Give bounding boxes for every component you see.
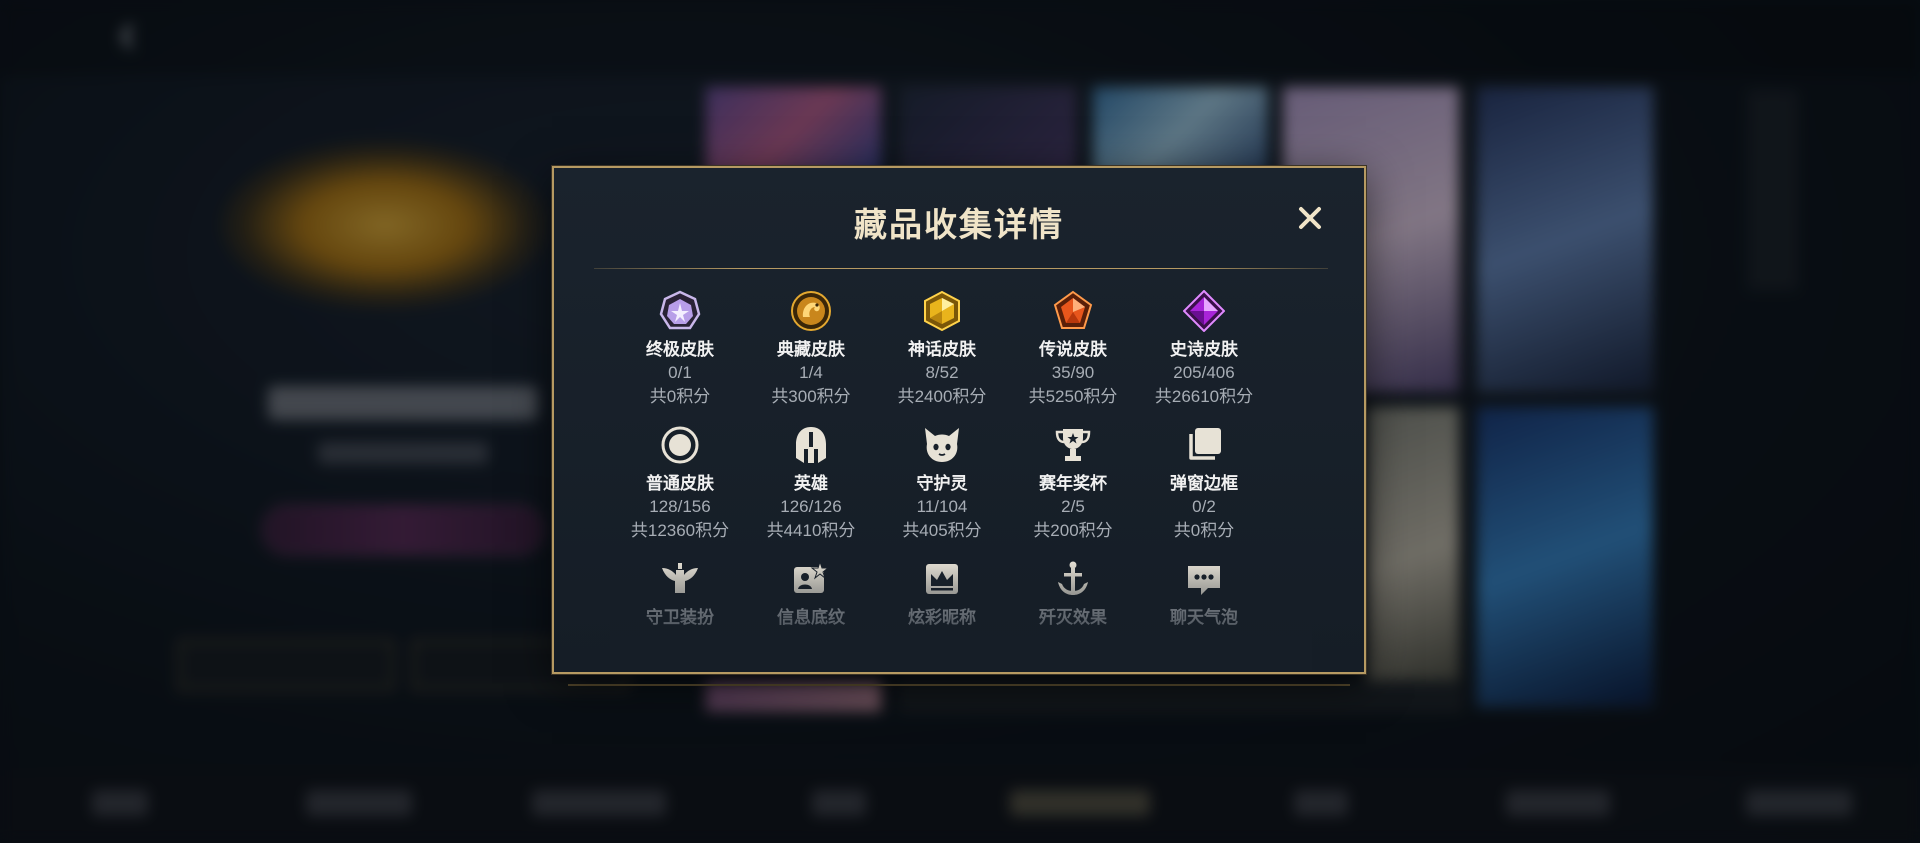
item-name: 终极皮肤: [646, 340, 714, 359]
item-name: 信息底纹: [777, 608, 845, 627]
ultimate-skin-icon: [659, 290, 701, 330]
item-name: 神话皮肤: [908, 340, 976, 359]
close-button[interactable]: [1290, 198, 1330, 238]
item-name: 守护灵: [916, 474, 968, 493]
item-points: 共0积分: [649, 387, 711, 406]
item-name: 守卫装扮: [646, 608, 714, 627]
item-points: 共405积分: [902, 521, 982, 540]
mythic-skin-icon: [924, 290, 960, 332]
collection-details-modal: 藏品收集详情 终极皮肤 0/1 共0积分 典藏皮肤 1/4 共300积分 神话皮…: [552, 166, 1366, 674]
collection-item-chat-bubble[interactable]: 聊天气泡: [1134, 558, 1274, 629]
item-count: 2/5: [1061, 497, 1085, 516]
item-count: 8/52: [925, 363, 959, 382]
guardian-spirit-icon: [925, 428, 959, 462]
info-background-icon: [794, 560, 830, 593]
collection-grid: 终极皮肤 0/1 共0积分 典藏皮肤 1/4 共300积分 神话皮肤 8/52 …: [610, 290, 1312, 670]
collection-item-ultimate-skin[interactable]: 终极皮肤 0/1 共0积分: [610, 290, 750, 409]
collection-item-annihilate-effect[interactable]: 歼灭效果: [1003, 558, 1143, 629]
collection-item-popup-frame[interactable]: 弹窗边框 0/2 共0积分: [1134, 424, 1274, 543]
chat-bubble-icon: [1188, 566, 1220, 595]
collection-item-epic-skin[interactable]: 史诗皮肤 205/406 共26610积分: [1134, 290, 1274, 409]
legend-skin-icon: [1053, 290, 1093, 329]
treasure-skin-icon: [791, 291, 831, 331]
modal-bottom-accent: [568, 678, 1350, 686]
item-points: 共12360积分: [630, 521, 730, 540]
item-name: 普通皮肤: [646, 474, 714, 493]
item-count: 11/104: [916, 497, 968, 516]
item-name: 典藏皮肤: [777, 340, 845, 359]
item-name: 聊天气泡: [1170, 608, 1238, 627]
item-count: 126/126: [780, 497, 842, 516]
collection-item-normal-skin[interactable]: 普通皮肤 128/156 共12360积分: [610, 424, 750, 543]
item-name: 弹窗边框: [1170, 474, 1238, 493]
collection-item-season-trophy[interactable]: 赛年奖杯 2/5 共200积分: [1003, 424, 1143, 543]
item-count: 35/90: [1051, 363, 1095, 382]
annihilate-effect-icon: [1058, 561, 1088, 595]
item-points: 共2400积分: [897, 387, 987, 406]
close-icon[interactable]: [1290, 198, 1330, 238]
item-points: 共4410积分: [766, 521, 856, 540]
collection-item-legend-skin[interactable]: 传说皮肤 35/90 共5250积分: [1003, 290, 1143, 409]
collection-item-hero[interactable]: 英雄 126/126 共4410积分: [741, 424, 881, 543]
trophy-icon: [1055, 429, 1091, 461]
item-name: 史诗皮肤: [1170, 340, 1238, 359]
item-points: 共26610积分: [1154, 387, 1254, 406]
title-divider: [594, 268, 1328, 269]
collection-item-colorful-nickname[interactable]: 炫彩昵称: [872, 558, 1012, 629]
guard-outfit-icon: [662, 563, 698, 593]
item-points: 共200积分: [1033, 521, 1113, 540]
modal-title: 藏品收集详情: [854, 206, 1064, 243]
item-name: 炫彩昵称: [908, 608, 976, 627]
item-count: 0/1: [668, 363, 692, 382]
collection-item-guardian-spirit[interactable]: 守护灵 11/104 共405积分: [872, 424, 1012, 543]
normal-skin-icon: [661, 426, 699, 464]
collection-item-treasure-skin[interactable]: 典藏皮肤 1/4 共300积分: [741, 290, 881, 409]
item-count: 1/4: [799, 363, 823, 382]
item-name: 传说皮肤: [1039, 340, 1107, 359]
item-count: 205/406: [1173, 363, 1235, 382]
item-points: 共5250积分: [1028, 387, 1118, 406]
collection-item-info-background[interactable]: 信息底纹: [741, 558, 881, 629]
item-name: 英雄: [794, 474, 828, 493]
epic-skin-icon: [1183, 290, 1225, 332]
item-points: 共0积分: [1173, 521, 1235, 540]
colorful-nickname-icon: [926, 564, 958, 594]
item-name: 歼灭效果: [1039, 608, 1107, 627]
item-count: 128/156: [649, 497, 711, 516]
hero-helmet-icon: [796, 427, 826, 463]
popup-frame-icon: [1189, 428, 1221, 460]
item-name: 赛年奖杯: [1039, 474, 1107, 493]
collection-item-mythic-skin[interactable]: 神话皮肤 8/52 共2400积分: [872, 290, 1012, 409]
item-count: 0/2: [1192, 497, 1216, 516]
collection-item-guard-outfit[interactable]: 守卫装扮: [610, 558, 750, 629]
item-points: 共300积分: [771, 387, 851, 406]
